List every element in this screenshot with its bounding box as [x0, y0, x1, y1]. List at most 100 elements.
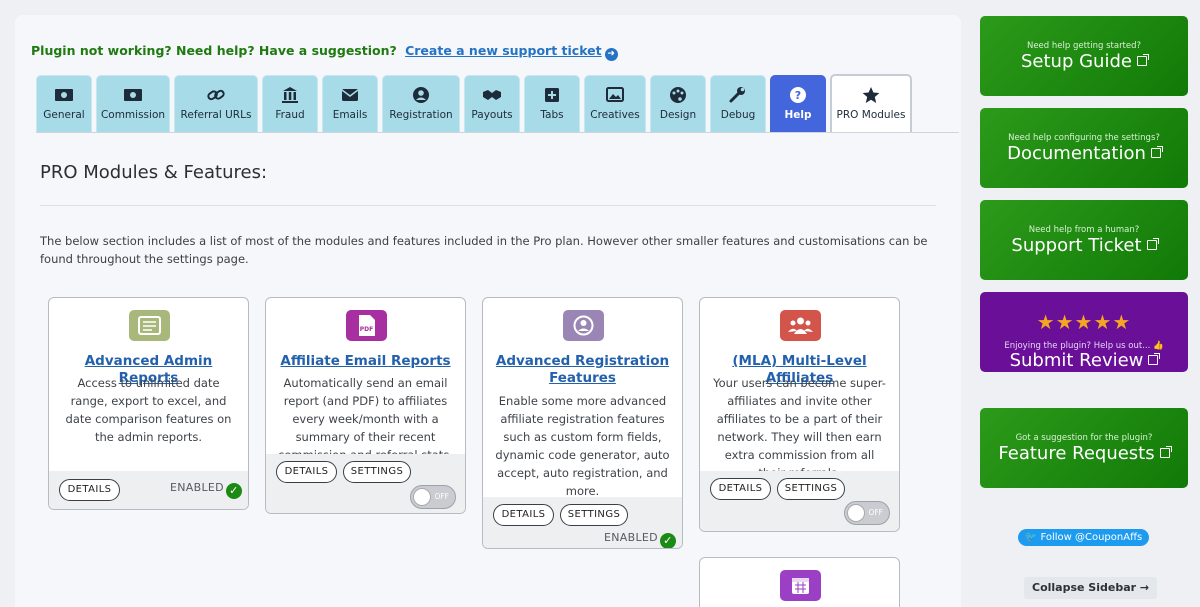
- module-toggle[interactable]: OFF: [410, 485, 456, 509]
- tab-commission[interactable]: Commission: [96, 75, 170, 132]
- tab-label: Referral URLs: [180, 109, 252, 121]
- tab-label: Payouts: [471, 109, 513, 121]
- details-button[interactable]: DETAILS: [276, 461, 337, 483]
- module-card-mla: (MLA) Multi-Level Affiliates Your users …: [699, 297, 900, 532]
- tab-design[interactable]: Design: [650, 75, 706, 132]
- card-title[interactable]: Advanced Registration Features: [491, 353, 674, 387]
- tab-label: Help: [784, 109, 812, 121]
- tab-tabs[interactable]: Tabs: [524, 75, 580, 132]
- calendar-icon: [779, 570, 821, 601]
- check-icon: ✓: [659, 533, 676, 548]
- documentation-button[interactable]: Need help configuring the settings? Docu…: [980, 108, 1188, 188]
- tab-label: Emails: [332, 109, 368, 121]
- wrench-icon: [729, 87, 745, 103]
- card-footer: DETAILS SETTINGS ENABLED ✓: [483, 497, 682, 548]
- status-label: ENABLED: [604, 531, 658, 544]
- card-title[interactable]: Affiliate Email Reports: [274, 353, 457, 370]
- tab-payouts[interactable]: Payouts: [464, 75, 520, 132]
- arrow-right-icon: ➜: [604, 48, 618, 61]
- section-divider: [40, 205, 936, 206]
- svg-text:PDF: PDF: [359, 326, 372, 333]
- support-ticket-link[interactable]: Create a new support ticket: [405, 43, 602, 58]
- submit-review-label: Submit Review: [1009, 350, 1144, 371]
- report-icon: [128, 310, 170, 341]
- toggle-knob: [847, 504, 865, 522]
- card-description: Access to unlimited date range, export t…: [65, 376, 232, 444]
- tab-debug[interactable]: Debug: [710, 75, 766, 132]
- external-link-icon: [1148, 353, 1161, 365]
- intro-text: The below section includes a list of mos…: [40, 234, 928, 266]
- status-enabled: ENABLED ✓: [604, 531, 676, 548]
- help-prompt: Plugin not working? Need help? Have a su…: [31, 43, 397, 58]
- tab-fraud[interactable]: Fraud: [262, 75, 318, 132]
- tab-help[interactable]: ? Help: [770, 75, 826, 132]
- settings-button[interactable]: SETTINGS: [343, 461, 411, 483]
- tab-label: Tabs: [540, 109, 564, 121]
- details-button[interactable]: DETAILS: [59, 479, 120, 501]
- user-circle-icon: [562, 310, 604, 341]
- main-panel: Plugin not working? Need help? Have a su…: [15, 15, 961, 607]
- module-toggle[interactable]: OFF: [844, 501, 890, 525]
- pdf-icon: PDF: [345, 310, 387, 341]
- plus-folder-icon: [545, 88, 559, 102]
- money-icon: [124, 89, 142, 101]
- submit-review-button[interactable]: ★★★★★ Enjoying the plugin? Help us out..…: [980, 292, 1188, 372]
- help-bar: Plugin not working? Need help? Have a su…: [31, 43, 618, 61]
- card-description: Enable some more advanced affiliate regi…: [495, 394, 670, 498]
- page-title: PRO Modules & Features:: [40, 162, 268, 183]
- building-icon: [282, 87, 298, 103]
- tab-divider: [36, 132, 959, 133]
- setup-guide-button[interactable]: Need help getting started? Setup Guide: [980, 16, 1188, 96]
- external-link-icon: [1159, 446, 1172, 458]
- settings-button[interactable]: SETTINGS: [777, 478, 845, 500]
- feature-requests-button[interactable]: Got a suggestion for the plugin? Feature…: [980, 408, 1188, 488]
- setup-guide-title: Setup Guide: [980, 51, 1188, 72]
- tab-label: Commission: [100, 109, 166, 121]
- details-button[interactable]: DETAILS: [710, 478, 771, 500]
- feature-requests-subtitle: Got a suggestion for the plugin?: [1015, 433, 1153, 443]
- tab-emails[interactable]: Emails: [322, 75, 378, 132]
- question-icon: ?: [790, 87, 806, 103]
- palette-icon: [670, 87, 686, 103]
- tab-label: Debug: [720, 109, 756, 121]
- setup-guide-label: Setup Guide: [1021, 51, 1132, 72]
- settings-button[interactable]: SETTINGS: [560, 504, 628, 526]
- tab-registration[interactable]: Registration: [382, 75, 460, 132]
- module-card-admin-reports: Advanced Admin Reports Access to unlimit…: [48, 297, 249, 510]
- collapse-sidebar-button[interactable]: Collapse Sidebar →: [1024, 577, 1158, 599]
- user-circle-icon: [413, 87, 429, 103]
- tab-label: General: [43, 109, 85, 121]
- arrow-right-icon: →: [1139, 581, 1150, 594]
- documentation-title: Documentation: [980, 143, 1188, 164]
- support-ticket-button[interactable]: Need help from a human? Support Ticket: [980, 200, 1188, 280]
- toggle-state: OFF: [868, 508, 883, 517]
- card-footer: DETAILS SETTINGS OFF: [266, 454, 465, 513]
- tab-pro-modules[interactable]: PRO Modules: [830, 74, 912, 133]
- check-icon: ✓: [225, 483, 242, 499]
- details-button[interactable]: DETAILS: [493, 504, 554, 526]
- twitter-follow-button[interactable]: 🐦 Follow @CouponAffs: [1018, 529, 1149, 546]
- tab-label: PRO Modules: [836, 109, 906, 121]
- money-icon: [55, 89, 73, 101]
- images-icon: [606, 87, 624, 102]
- tab-referral-urls[interactable]: Referral URLs: [174, 75, 258, 132]
- feature-requests-label: Feature Requests: [998, 443, 1155, 464]
- documentation-label: Documentation: [1007, 143, 1146, 164]
- tab-label: Registration: [389, 109, 453, 121]
- link-icon: [207, 89, 225, 101]
- card-description: Your users can become super-affiliates a…: [713, 376, 886, 472]
- card-footer: DETAILS ENABLED ✓: [49, 471, 248, 509]
- external-link-icon: [1146, 238, 1159, 250]
- tab-creatives[interactable]: Creatives: [584, 75, 646, 132]
- card-footer: DETAILS SETTINGS OFF: [700, 471, 899, 531]
- users-icon: [779, 310, 821, 341]
- rating-stars-icon: ★★★★★: [1036, 310, 1132, 334]
- tab-general[interactable]: General: [36, 75, 92, 132]
- tab-label: Design: [659, 109, 697, 121]
- support-ticket-label: Support Ticket: [1011, 235, 1142, 256]
- feature-requests-title: Feature Requests: [980, 443, 1188, 464]
- svg-text:?: ?: [795, 89, 801, 102]
- collapse-sidebar-label: Collapse Sidebar: [1032, 581, 1137, 594]
- external-link-icon: [1136, 54, 1149, 66]
- envelope-icon: [341, 89, 359, 101]
